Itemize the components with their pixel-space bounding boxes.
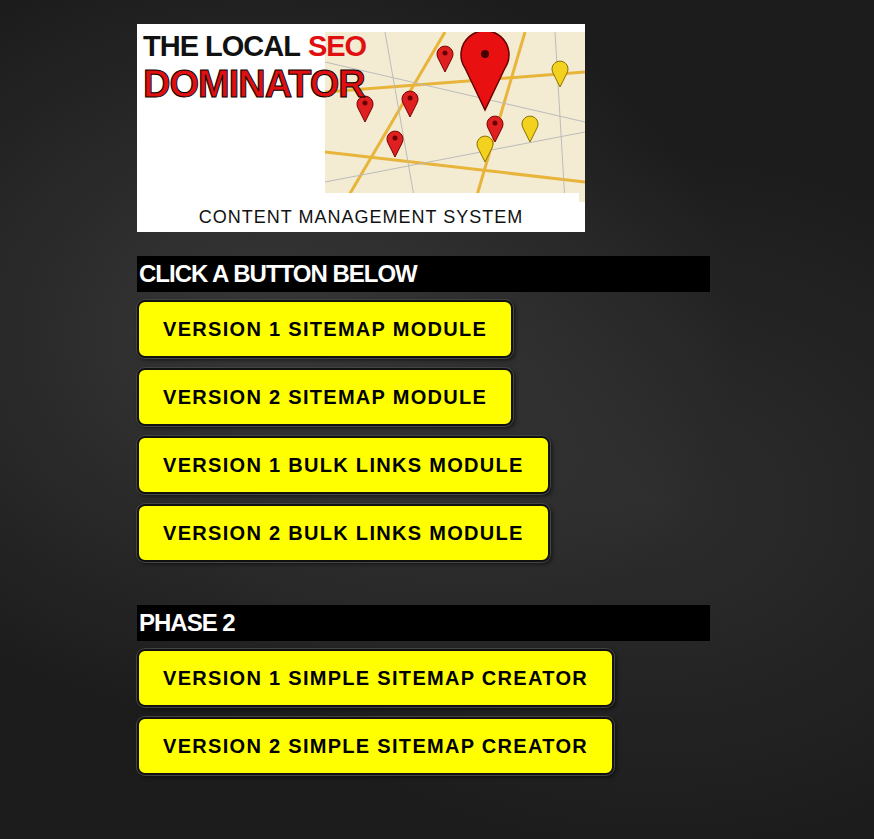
logo-line1: THE LOCAL SEO [143, 32, 579, 61]
logo-subtitle: CONTENT MANAGEMENT SYSTEM [143, 193, 579, 228]
module-button[interactable]: VERSION 1 SITEMAP MODULE [137, 300, 513, 358]
section-heading: CLICK A BUTTON BELOW [137, 256, 710, 292]
section-heading: PHASE 2 [137, 605, 710, 641]
module-button[interactable]: VERSION 1 BULK LINKS MODULE [137, 436, 550, 494]
module-button[interactable]: VERSION 2 SIMPLE SITEMAP CREATOR [137, 717, 614, 775]
button-list: VERSION 1 SITEMAP MODULE VERSION 2 SITEMA… [137, 300, 710, 562]
logo: THE LOCAL SEO DOMINATOR CONTENT MANAGEME… [137, 24, 585, 232]
module-button[interactable]: VERSION 2 BULK LINKS MODULE [137, 504, 550, 562]
button-section: PHASE 2 VERSION 1 SIMPLE SITEMAP CREATOR… [137, 605, 710, 775]
button-list: VERSION 1 SIMPLE SITEMAP CREATOR VERSION … [137, 649, 710, 775]
module-button[interactable]: VERSION 2 SITEMAP MODULE [137, 368, 513, 426]
content-column: THE LOCAL SEO DOMINATOR CONTENT MANAGEME… [137, 24, 710, 775]
page: THE LOCAL SEO DOMINATOR CONTENT MANAGEME… [0, 0, 874, 839]
logo-accent: SEO [308, 32, 366, 61]
button-section: CLICK A BUTTON BELOW VERSION 1 SITEMAP M… [137, 256, 710, 562]
logo-line2: DOMINATOR [143, 65, 579, 103]
logo-title: THE LOCAL SEO DOMINATOR [143, 32, 579, 103]
module-button[interactable]: VERSION 1 SIMPLE SITEMAP CREATOR [137, 649, 614, 707]
